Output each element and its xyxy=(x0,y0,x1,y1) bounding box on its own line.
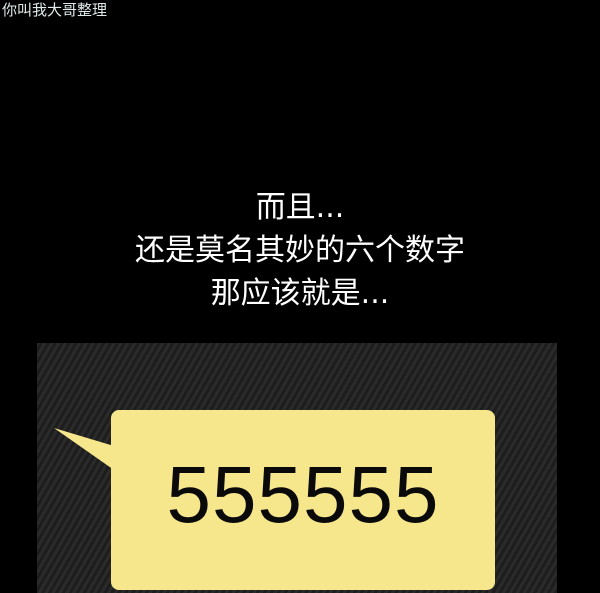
message-number-text: 555555 xyxy=(166,450,440,539)
caption-line-3: 那应该就是... xyxy=(210,276,390,311)
watermark-text: 你叫我大哥整理 xyxy=(2,1,108,19)
caption-line-2: 还是莫名其妙的六个数字 xyxy=(135,233,465,268)
caption-line-1: 而且... xyxy=(255,190,345,225)
caption-text-block: 而且... 还是莫名其妙的六个数字 那应该就是... xyxy=(0,186,600,315)
